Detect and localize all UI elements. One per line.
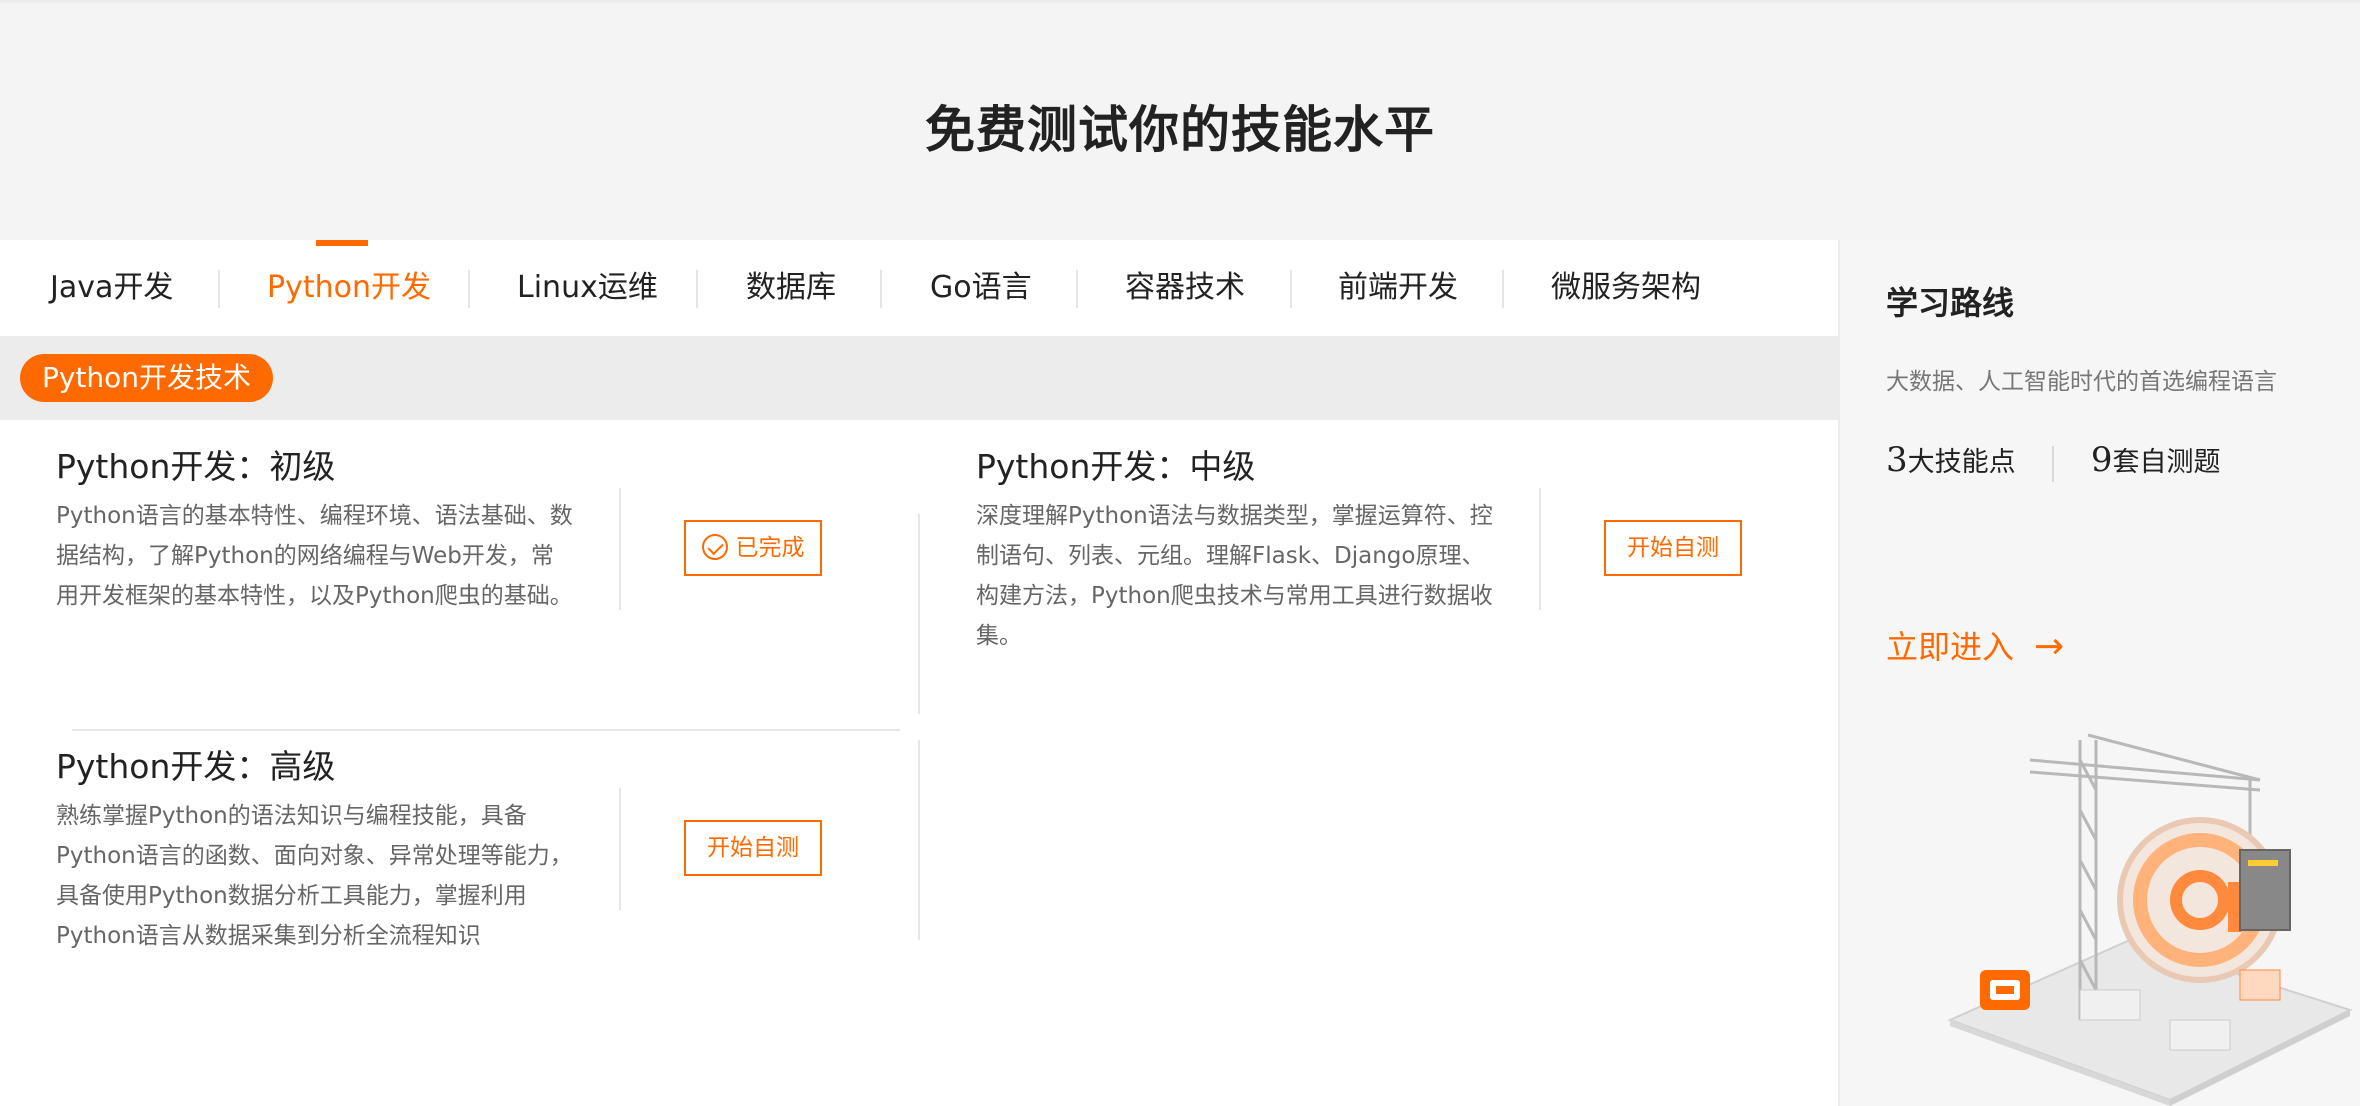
start-test-button[interactable]: 开始自测	[1604, 520, 1742, 576]
skill-count-label: 大技能点	[1907, 447, 2016, 478]
test-count-label: 套自测题	[2112, 447, 2221, 478]
panel-stats: 3大技能点 9套自测题	[1886, 440, 2220, 482]
enter-now-link[interactable]: 立即进入 →	[1886, 622, 2064, 668]
column-divider	[918, 740, 920, 940]
tab-python[interactable]: Python开发	[267, 240, 431, 336]
test-count: 9	[2090, 440, 2113, 480]
skill-tabs: Java开发 Python开发 Linux运维 数据库 Go语言 容器技术 前端…	[0, 240, 1838, 336]
card-title: Python开发：高级	[56, 747, 336, 786]
top-shadow	[0, 0, 2360, 4]
completed-button[interactable]: 已完成	[684, 520, 822, 576]
tab-divider	[218, 270, 220, 308]
tab-java[interactable]: Java开发	[50, 240, 173, 336]
hero-banner: 免费测试你的技能水平	[0, 0, 2360, 240]
tab-divider	[696, 270, 698, 308]
tab-database[interactable]: 数据库	[746, 240, 836, 336]
card-description: 熟练掌握Python的语法知识与编程技能，具备Python语言的函数、面向对象、…	[56, 803, 573, 949]
tab-divider	[468, 270, 470, 308]
skill-card-advanced: Python开发：高级 熟练掌握Python的语法知识与编程技能，具备Pytho…	[56, 740, 856, 980]
category-pill[interactable]: Python开发技术	[20, 354, 274, 402]
check-circle-icon	[701, 533, 728, 560]
row-divider	[72, 729, 900, 731]
tab-go[interactable]: Go语言	[930, 240, 1032, 336]
card-title: Python开发：中级	[976, 447, 1256, 486]
skill-count: 3	[1886, 440, 1908, 480]
button-label: 已完成	[735, 535, 805, 561]
page-title: 免费测试你的技能水平	[925, 101, 1435, 159]
enter-now-label: 立即进入	[1886, 628, 2015, 666]
card-title: Python开发：初级	[56, 447, 336, 486]
column-divider	[918, 514, 920, 714]
tab-divider	[1290, 270, 1292, 308]
tab-divider	[1076, 270, 1078, 308]
tab-microservice[interactable]: 微服务架构	[1551, 240, 1701, 336]
card-divider	[619, 488, 621, 610]
category-bar: Python开发技术	[0, 336, 1838, 420]
card-divider	[1539, 488, 1541, 610]
tab-linux[interactable]: Linux运维	[517, 240, 658, 336]
panel-title: 学习路线	[1886, 284, 2015, 322]
skill-card-beginner: Python开发：初级 Python语言的基本特性、编程环境、语法基础、数据结构…	[56, 440, 856, 680]
tab-divider	[1502, 270, 1504, 308]
card-divider	[619, 788, 621, 910]
skill-card-intermediate: Python开发：中级 深度理解Python语法与数据类型，掌握运算符、控制语句…	[976, 440, 1776, 680]
learning-path-panel: 学习路线 大数据、人工智能时代的首选编程语言 3大技能点 9套自测题 立即进入 →	[1838, 240, 2360, 1106]
construction-illustration	[1947, 733, 2353, 1106]
tab-frontend[interactable]: 前端开发	[1338, 240, 1458, 336]
card-description: Python语言的基本特性、编程环境、语法基础、数据结构，了解Python的网络…	[56, 503, 573, 609]
stats-divider	[2052, 445, 2055, 482]
start-test-button[interactable]: 开始自测	[684, 820, 822, 876]
arrow-right-icon: →	[2034, 626, 2065, 667]
tab-divider	[880, 270, 882, 308]
card-description: 深度理解Python语法与数据类型，掌握运算符、控制语句、列表、元组。理解Fla…	[976, 503, 1493, 649]
panel-subtitle: 大数据、人工智能时代的首选编程语言	[1886, 369, 2277, 395]
tab-container[interactable]: 容器技术	[1125, 240, 1245, 336]
